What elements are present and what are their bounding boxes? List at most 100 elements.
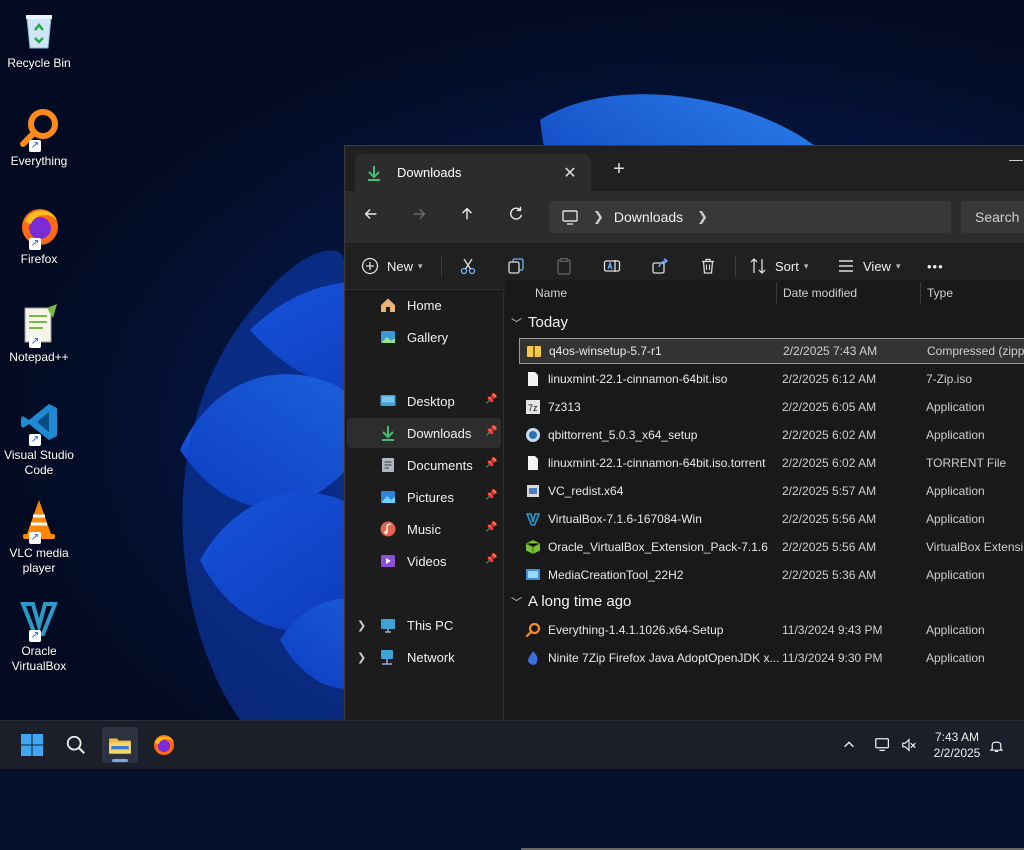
desktop-icon-recycle-bin[interactable]: Recycle Bin bbox=[2, 8, 76, 71]
nav-item-label: Videos bbox=[407, 553, 447, 569]
search-input[interactable]: Search Downloads bbox=[961, 201, 1024, 233]
back-button[interactable] bbox=[357, 203, 385, 231]
file-row[interactable]: MediaCreationTool_22H2 2/2/2025 5:36 AM … bbox=[519, 562, 1024, 588]
nav-item-videos[interactable]: Videos 📌 bbox=[347, 546, 501, 576]
forward-button[interactable] bbox=[405, 203, 433, 231]
notifications-button[interactable] bbox=[988, 721, 1005, 769]
this-pc-icon bbox=[562, 210, 578, 225]
desktop-icon-label: Oracle VirtualBox bbox=[11, 644, 67, 673]
file-row[interactable]: Oracle_VirtualBox_Extension_Pack-7.1.6 2… bbox=[519, 534, 1024, 560]
view-button[interactable]: View ▾ bbox=[837, 253, 900, 279]
desktop-icon-vlc[interactable]: ↗ VLC media player bbox=[2, 498, 76, 576]
nav-item-desktop[interactable]: Desktop 📌 bbox=[347, 386, 501, 416]
pin-icon[interactable]: 📌 bbox=[485, 426, 497, 438]
file-row[interactable]: Ninite 7Zip Firefox Java AdoptOpenJDK x.… bbox=[519, 645, 1024, 671]
navigation-bar: ❯ Downloads ❯ Search Downloads bbox=[345, 191, 1024, 243]
bell-icon bbox=[989, 741, 1004, 752]
shortcut-arrow-icon: ↗ bbox=[29, 336, 41, 348]
group-header-today[interactable]: ﹀ Today bbox=[511, 314, 568, 331]
desktop-icon-vscode[interactable]: ↗ Visual Studio Code bbox=[2, 400, 76, 478]
file-date: 2/2/2025 5:56 AM bbox=[782, 540, 877, 554]
file-row[interactable]: linuxmint-22.1-cinnamon-64bit.iso.torren… bbox=[519, 450, 1024, 476]
nav-item-music[interactable]: Music 📌 bbox=[347, 514, 501, 544]
collapse-chevron-icon: ﹀ bbox=[511, 317, 522, 330]
nav-item-pictures[interactable]: Pictures 📌 bbox=[347, 482, 501, 512]
download-icon bbox=[382, 426, 394, 441]
taskbar-file-explorer[interactable] bbox=[102, 727, 138, 763]
search-button[interactable] bbox=[58, 727, 94, 763]
paste-button[interactable] bbox=[555, 253, 573, 279]
share-button[interactable] bbox=[651, 253, 669, 279]
file-type: Application bbox=[926, 484, 985, 498]
rename-button[interactable] bbox=[603, 253, 621, 279]
nav-item-this-pc[interactable]: ❯ This PC bbox=[347, 610, 501, 640]
file-row[interactable]: q4os-winsetup-5.7-r1 2/2/2025 7:43 AM Co… bbox=[519, 338, 1024, 364]
group-header-a-long-time-ago[interactable]: ﹀ A long time ago bbox=[511, 593, 631, 610]
start-button[interactable] bbox=[14, 727, 50, 763]
file-row[interactable]: Everything-1.4.1.1026.x64-Setup 11/3/202… bbox=[519, 617, 1024, 643]
this-pc-icon bbox=[381, 619, 395, 633]
network-status-button[interactable] bbox=[874, 721, 892, 769]
nav-item-label: Desktop bbox=[407, 393, 455, 409]
more-options-button[interactable]: ••• bbox=[927, 253, 944, 279]
tab-downloads[interactable]: Downloads ✕ bbox=[355, 154, 591, 191]
column-header-name[interactable]: Name bbox=[535, 280, 567, 306]
desktop-icon-everything[interactable]: ↗ Everything bbox=[2, 106, 76, 169]
file-row[interactable]: 7z 7z313 2/2/2025 6:05 AM Application bbox=[519, 394, 1024, 420]
file-type: Application bbox=[926, 623, 985, 637]
rename-icon bbox=[603, 260, 621, 272]
new-button[interactable]: New ▾ bbox=[361, 253, 423, 279]
close-tab-icon[interactable]: ✕ bbox=[557, 163, 583, 183]
breadcrumb-chevron-icon: ❯ bbox=[593, 209, 604, 224]
breadcrumb-downloads[interactable]: Downloads bbox=[614, 209, 683, 225]
file-row[interactable]: VC_redist.x64 2/2/2025 5:57 AM Applicati… bbox=[519, 478, 1024, 504]
taskbar-clock[interactable]: 7:43 AM 2/2/2025 bbox=[926, 729, 988, 761]
nav-item-downloads[interactable]: Downloads 📌 bbox=[347, 418, 501, 448]
delete-button[interactable] bbox=[699, 253, 717, 279]
refresh-button[interactable] bbox=[502, 203, 530, 231]
breadcrumb-chevron-icon[interactable]: ❯ bbox=[697, 209, 708, 225]
nav-item-gallery[interactable]: Gallery bbox=[347, 322, 501, 352]
copy-button[interactable] bbox=[507, 253, 525, 279]
minimize-button[interactable]: — bbox=[1009, 151, 1023, 171]
installer-icon bbox=[527, 485, 539, 497]
column-header-date[interactable]: Date modified bbox=[783, 280, 857, 306]
nav-item-documents[interactable]: Documents 📌 bbox=[347, 450, 501, 480]
gallery-icon bbox=[381, 331, 395, 343]
file-explorer-window: Downloads ✕ + — ❯ Downloads ❯ Search Dow… bbox=[344, 145, 1024, 850]
volume-button[interactable] bbox=[900, 721, 918, 769]
desktop-icon-notepad-plus-plus[interactable]: ↗ Notepad++ bbox=[2, 302, 76, 365]
desktop-icon-label: Firefox bbox=[20, 252, 58, 266]
shortcut-arrow-icon: ↗ bbox=[29, 532, 41, 544]
sort-button[interactable]: Sort ▾ bbox=[749, 253, 808, 279]
file-row[interactable]: qbittorrent_5.0.3_x64_setup 2/2/2025 6:0… bbox=[519, 422, 1024, 448]
expand-chevron-icon[interactable]: ❯ bbox=[357, 651, 366, 664]
desktop-icon-firefox[interactable]: ↗ Firefox bbox=[2, 204, 76, 267]
vlc-icon: ↗ bbox=[17, 498, 61, 544]
pin-icon[interactable]: 📌 bbox=[485, 394, 497, 406]
taskbar-firefox[interactable] bbox=[146, 727, 182, 763]
file-row[interactable]: linuxmint-22.1-cinnamon-64bit.iso 2/2/20… bbox=[519, 366, 1024, 392]
expand-chevron-icon[interactable]: ❯ bbox=[357, 619, 366, 632]
file-row[interactable]: VirtualBox-7.1.6-167084-Win 2/2/2025 5:5… bbox=[519, 506, 1024, 532]
column-header-type[interactable]: Type bbox=[927, 280, 953, 306]
new-tab-button[interactable]: + bbox=[607, 157, 631, 181]
cut-button[interactable] bbox=[459, 253, 477, 279]
nav-item-network[interactable]: ❯ Network bbox=[347, 642, 501, 672]
pin-icon[interactable]: 📌 bbox=[485, 522, 497, 534]
pin-icon[interactable]: 📌 bbox=[485, 490, 497, 502]
pin-icon[interactable]: 📌 bbox=[485, 458, 497, 470]
up-button[interactable] bbox=[453, 203, 481, 231]
shortcut-arrow-icon: ↗ bbox=[29, 630, 41, 642]
column-separator[interactable] bbox=[776, 282, 777, 304]
documents-icon bbox=[382, 458, 394, 472]
desktop-icon-virtualbox[interactable]: ↗ Oracle VirtualBox bbox=[2, 596, 76, 674]
nav-item-home[interactable]: Home bbox=[347, 290, 501, 320]
pin-icon[interactable]: 📌 bbox=[485, 554, 497, 566]
address-bar[interactable]: ❯ Downloads ❯ bbox=[549, 201, 951, 233]
share-icon bbox=[652, 258, 669, 274]
show-hidden-icons-button[interactable] bbox=[842, 721, 856, 769]
file-icon bbox=[528, 456, 538, 470]
column-separator[interactable] bbox=[920, 282, 921, 304]
file-type: Compressed (zipp... bbox=[927, 344, 1024, 358]
